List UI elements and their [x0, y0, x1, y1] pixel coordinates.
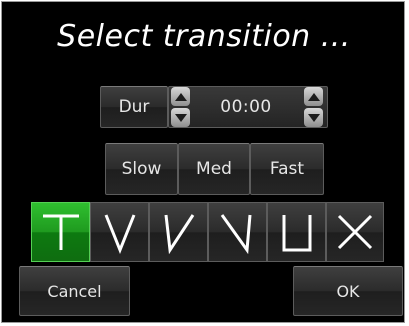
duration-left-spinner[interactable] — [171, 87, 190, 127]
decrement-button[interactable] — [171, 108, 190, 127]
transition-slant-v-icon — [164, 214, 194, 254]
transition-v-button[interactable] — [90, 202, 149, 262]
transition-slant-v-button[interactable] — [149, 202, 208, 262]
transition-x-button[interactable] — [326, 202, 384, 262]
speed-label: Med — [196, 159, 232, 179]
decrement-button[interactable] — [304, 108, 323, 127]
dialog-title: Select transition ... — [57, 19, 351, 54]
arrow-down-icon — [174, 113, 187, 122]
cancel-label: Cancel — [47, 281, 102, 301]
arrow-up-icon — [174, 92, 187, 101]
arrow-down-icon — [307, 113, 320, 122]
transition-u-icon — [282, 215, 311, 252]
duration-label: Dur — [118, 97, 150, 117]
increment-button[interactable] — [304, 87, 323, 106]
duration-button[interactable]: Dur — [100, 86, 168, 128]
duration-value: 00:00 — [220, 97, 272, 117]
increment-button[interactable] — [171, 87, 190, 106]
transition-backslash-button[interactable] — [208, 202, 267, 262]
speed-med-button[interactable]: Med — [178, 143, 250, 195]
select-transition-dialog: Select transition ... Dur 00:00 Slow Med… — [1, 1, 405, 323]
duration-right-spinner[interactable] — [304, 87, 323, 127]
ok-label: OK — [336, 281, 360, 301]
transition-x-icon — [337, 214, 373, 250]
transition-v-icon — [104, 214, 135, 254]
speed-label: Slow — [121, 159, 162, 179]
transition-backslash-icon — [220, 214, 251, 254]
speed-slow-button[interactable]: Slow — [105, 143, 178, 195]
transition-t-icon — [42, 214, 79, 250]
transition-u-button[interactable] — [267, 202, 326, 262]
speed-fast-button[interactable]: Fast — [250, 143, 324, 195]
transition-t-button[interactable] — [31, 202, 90, 262]
arrow-up-icon — [307, 92, 320, 101]
speed-label: Fast — [269, 159, 305, 179]
ok-button[interactable]: OK — [293, 266, 403, 316]
cancel-button[interactable]: Cancel — [19, 266, 130, 316]
